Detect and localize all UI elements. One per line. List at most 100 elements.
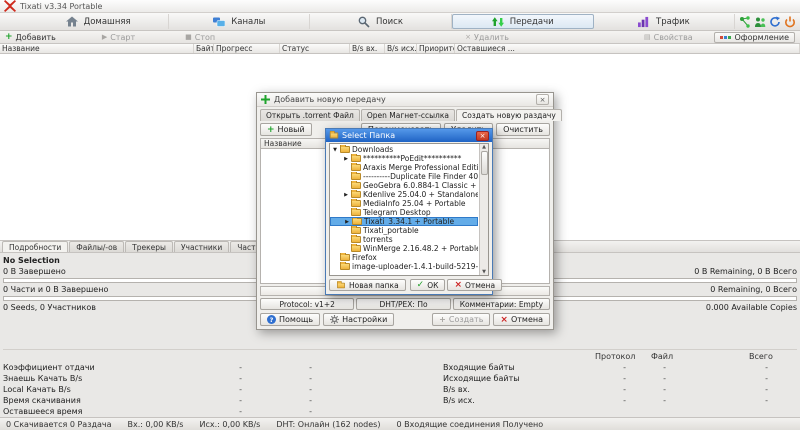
ok-button[interactable]: ✓ ОК [409, 279, 446, 291]
stat-value: - [623, 385, 626, 394]
tree-item-geogebra[interactable]: GeoGebra 6.0.884-1 Classic + Portable [330, 181, 478, 190]
statusbar: 0 Скачивается 0 Раздача Вх.: 0,00 KB/s И… [0, 417, 800, 430]
close-icon[interactable]: × [476, 130, 489, 141]
tree-item-tixati-portable[interactable]: Tixati_portable [330, 226, 478, 235]
stop-button[interactable]: ■ Стоп [185, 33, 215, 42]
appearance-button[interactable]: Оформление [714, 31, 795, 43]
add-dialog-buttons: ? Помощь Настройки + Создать × Отмена [260, 313, 550, 326]
start-button-label: Старт [110, 32, 136, 42]
stat-label: Оставшееся время [3, 407, 83, 416]
tree-item-telegram[interactable]: Telegram Desktop [330, 208, 478, 217]
tab-transfers[interactable]: Передачи [451, 14, 594, 29]
tree-item-torrents[interactable]: torrents [330, 235, 478, 244]
new-button-label: Новый [277, 125, 305, 134]
folder-tree[interactable]: ▼ Downloads ▶ **********PoEdit**********… [329, 143, 489, 276]
add-button[interactable]: + Добавить [5, 32, 56, 42]
dht-pex-button[interactable]: DHT/PEX: По [356, 298, 451, 310]
stat-value: - [239, 374, 242, 383]
column-bytes[interactable]: Байт [194, 44, 214, 53]
folder-icon [329, 130, 339, 139]
tree-item-duplicate-finder[interactable]: ----------Duplicate File Finder 400 Pro [330, 172, 478, 181]
tree-item-label: MediaInfo 25.04 + Portable [363, 199, 466, 208]
tree-item-poedit[interactable]: ▶ **********PoEdit********** [330, 154, 478, 163]
expander-right-icon[interactable]: ▶ [344, 219, 350, 225]
start-button[interactable]: ▶ Старт [102, 33, 135, 42]
delete-button[interactable]: × Удалить [465, 33, 509, 42]
tab-search[interactable]: Поиск [310, 14, 452, 29]
tab-traffic[interactable]: Трафик [594, 14, 736, 29]
tree-item-label: torrents [363, 235, 393, 244]
comments-button[interactable]: Комментарии: Empty [452, 298, 551, 310]
tab-transfers-label: Передачи [509, 16, 554, 27]
sync-icon[interactable] [769, 16, 781, 28]
main-toolbar: Домашняя Каналы Поиск Передачи Трафик [0, 13, 800, 31]
new-folder-button[interactable]: Новая папка [329, 279, 406, 291]
cancel-button[interactable]: × Отмена [447, 279, 503, 291]
power-icon[interactable] [784, 16, 796, 28]
channels-icon [213, 17, 226, 27]
new-button[interactable]: + Новый [260, 123, 312, 136]
folder-icon [351, 199, 361, 207]
window-title: Tixati v3.34 Portable [20, 1, 103, 11]
tab-peers[interactable]: Участники [173, 241, 230, 252]
folder-dialog-title: Select Папка [342, 131, 396, 140]
tree-item-downloads[interactable]: ▼ Downloads [330, 145, 478, 154]
status-dht: DHT: Онлайн (162 nodes) [276, 419, 381, 429]
cancel-button[interactable]: × Отмена [493, 313, 550, 326]
stat-value: - [309, 374, 312, 383]
expander-right-icon[interactable]: ▶ [343, 192, 349, 198]
expander-right-icon[interactable]: ▶ [343, 156, 349, 162]
tab-trackers[interactable]: Трекеры [125, 241, 173, 252]
folder-icon [351, 208, 361, 216]
tab-details[interactable]: Подробности [2, 241, 69, 252]
tree-scrollbar[interactable]: ▲ ▼ [479, 144, 488, 275]
completed-right: 0 B Remaining, 0 B Всего [694, 267, 797, 276]
stat-value: - [309, 396, 312, 405]
tab-files[interactable]: Файлы/-ов [69, 241, 125, 252]
column-bps-out[interactable]: B/s исх. [385, 44, 417, 53]
tree-item-mediainfo[interactable]: MediaInfo 25.04 + Portable [330, 199, 478, 208]
tree-item-label: GeoGebra 6.0.884-1 Classic + Portable [363, 181, 478, 190]
tree-item-tixati-selected[interactable]: ▶ Tixati_3.34.1 + Portable [330, 217, 478, 226]
status-down-rate: Вх.: 0,00 KB/s [127, 419, 184, 429]
tab-home[interactable]: Домашняя [28, 14, 170, 29]
users-icon[interactable] [754, 16, 766, 28]
clear-button[interactable]: Очистить [496, 123, 550, 136]
tree-item-winmerge[interactable]: WinMerge 2.16.48.2 + Portable [330, 244, 478, 253]
tree-item-firefox[interactable]: Firefox [330, 253, 478, 262]
help-button[interactable]: ? Помощь [260, 313, 321, 326]
column-name[interactable]: Название [0, 44, 194, 53]
scrollbar-thumb[interactable] [480, 151, 488, 175]
select-folder-dialog: Select Папка × ▼ Downloads ▶ **********P… [325, 128, 503, 295]
status-transfers: 0 Скачивается 0 Раздача [6, 419, 112, 429]
tab-search-label: Поиск [376, 16, 403, 27]
column-bps-in[interactable]: B/s вх. [350, 44, 385, 53]
scroll-down-icon[interactable]: ▼ [482, 269, 486, 275]
column-status[interactable]: Статус [280, 44, 350, 53]
tab-open-magnet-link[interactable]: Open Магнет-ссылка [360, 109, 455, 121]
stat-value: - [765, 385, 768, 394]
folder-icon [351, 172, 361, 180]
scroll-up-icon[interactable]: ▲ [482, 144, 486, 150]
folder-icon [352, 218, 362, 225]
status-up-rate: Исх.: 0,00 KB/s [199, 419, 261, 429]
new-folder-button-label: Новая папка [349, 280, 399, 290]
play-icon: ▶ [101, 33, 108, 41]
close-icon[interactable]: × [536, 94, 549, 105]
protocol-button[interactable]: Protocol: v1+2 [260, 298, 355, 310]
column-progress[interactable]: Прогресс [214, 44, 280, 53]
expander-down-icon[interactable]: ▼ [332, 147, 338, 153]
create-button[interactable]: + Создать [432, 313, 491, 326]
tab-open-torrent-file[interactable]: Открыть .torrent Файл [260, 109, 360, 121]
tab-channels[interactable]: Каналы [169, 14, 311, 29]
column-remaining[interactable]: Оставшиеся ... [455, 44, 800, 53]
network-share-icon[interactable] [739, 15, 751, 28]
stats-left-block: Коэффициент отдачи - - Знаешь Качать B/s - -… [3, 362, 399, 417]
tree-item-image-uploader[interactable]: image-uploader-1.4.1-build-5219-x64 [330, 262, 478, 271]
tab-create-new-torrent[interactable]: Создать новую раздачу [455, 109, 562, 121]
tree-item-kdenlive[interactable]: ▶ Kdenlive 25.04.0 + Standalone [330, 190, 478, 199]
column-priority[interactable]: Приоритет [417, 44, 455, 53]
settings-button[interactable]: Настройки [323, 313, 395, 326]
properties-button[interactable]: ▤ Свойства [644, 33, 693, 42]
tree-item-araxis[interactable]: Araxis Merge Professional Edition 2025.0 [330, 163, 478, 172]
